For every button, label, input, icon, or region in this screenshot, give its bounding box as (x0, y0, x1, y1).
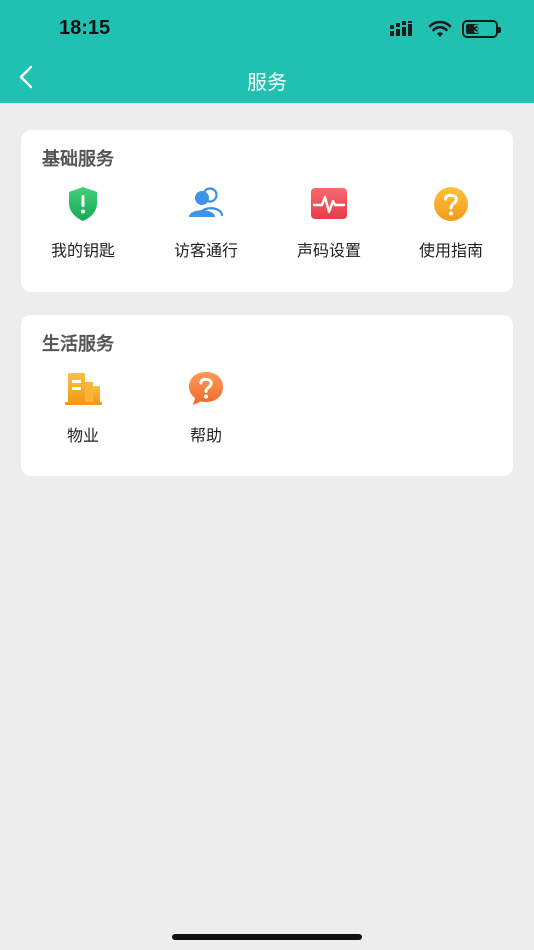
service-visitor-pass[interactable]: 访客通行 (148, 185, 258, 265)
visitor-users-icon (189, 187, 224, 217)
page-title: 服务 (247, 70, 287, 94)
home-indicator[interactable] (172, 934, 362, 940)
status-time: 18:15 (59, 17, 111, 39)
service-user-guide[interactable]: 使用指南 (393, 185, 503, 265)
service-label: 使用指南 (418, 241, 483, 260)
section-title: 生活服务 (42, 334, 114, 355)
service-property[interactable]: 物业 (25, 370, 135, 450)
battery-level: 31 (473, 22, 487, 36)
header-bar: 18:15 31 服务 (0, 0, 534, 103)
cellular-signal-icon (390, 21, 412, 36)
question-circle-icon (434, 187, 468, 221)
service-label: 物业 (66, 426, 99, 445)
service-label: 声码设置 (296, 241, 361, 260)
life-services-card: 生活服务 物业 帮助 (21, 315, 513, 476)
service-help[interactable]: 帮助 (148, 370, 258, 450)
service-label: 我的钥匙 (50, 241, 115, 260)
service-label: 访客通行 (173, 241, 238, 260)
heartbeat-wave-icon (311, 188, 347, 219)
status-icons: 31 (390, 18, 501, 40)
service-label: 帮助 (189, 426, 222, 445)
service-my-keys[interactable]: 我的钥匙 (25, 185, 135, 265)
service-voice-code-settings[interactable]: 声码设置 (271, 185, 381, 265)
shield-key-icon (69, 187, 97, 221)
basic-services-card: 基础服务 我的钥匙 访客通行 声码设置 使用指南 (21, 130, 513, 292)
help-bubble-icon (189, 372, 223, 405)
battery-icon: 31 (462, 20, 501, 38)
section-title: 基础服务 (42, 149, 114, 170)
building-icon (65, 373, 102, 405)
wifi-icon (428, 20, 452, 37)
